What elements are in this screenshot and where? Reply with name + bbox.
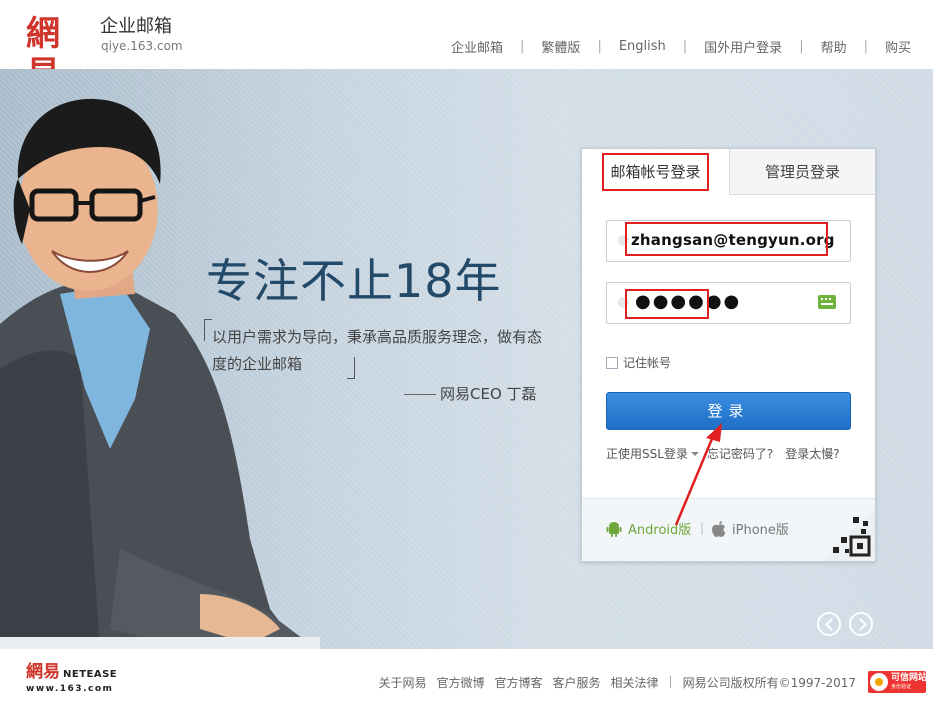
- login-button[interactable]: 登录: [606, 392, 851, 430]
- nav-overseas-login[interactable]: 国外用户登录: [704, 37, 782, 56]
- chevron-down-icon[interactable]: [690, 451, 699, 456]
- attribution-text: 网易CEO 丁磊: [440, 385, 537, 403]
- nav-traditional[interactable]: 繁體版: [541, 37, 580, 56]
- quote-attribution: 网易CEO 丁磊: [404, 383, 537, 404]
- tab-admin-login[interactable]: 管理员登录: [729, 149, 875, 195]
- forgot-password-link[interactable]: 忘记密码了?: [707, 445, 773, 462]
- android-icon: [606, 521, 622, 537]
- remember-checkbox[interactable]: [606, 356, 618, 369]
- trust-badge-subtitle: 身份验证: [891, 684, 912, 690]
- nav-english[interactable]: English: [619, 39, 666, 54]
- footer: 網易 NETEASE www.163.com 关于网易 官方微博 官方博客 客户服…: [0, 649, 933, 703]
- remember-label: 记住帐号: [623, 356, 672, 370]
- footer-separator: |: [668, 674, 673, 688]
- logo-title: 企业邮箱: [100, 16, 172, 37]
- nav-help[interactable]: 帮助: [821, 37, 847, 56]
- footer-logo-chinese: 網易: [26, 662, 60, 682]
- trust-badge-title: 可信网站: [891, 673, 928, 683]
- iphone-app-link[interactable]: iPhone版: [712, 519, 789, 538]
- app-separator: |: [700, 521, 705, 535]
- nav-enterprise-mail[interactable]: 企业邮箱: [451, 37, 503, 56]
- slider-prev-button[interactable]: [817, 612, 841, 636]
- header: 網易 企业邮箱 qiye.163.com 企业邮箱 | 繁體版 | Englis…: [0, 0, 933, 94]
- ceo-quote: 以用户需求为导向，秉承高品质服务理念，做有态度的企业邮箱: [212, 328, 543, 373]
- slider-next-button[interactable]: [849, 612, 873, 636]
- iphone-label: iPhone版: [732, 523, 789, 538]
- nav-separator: |: [863, 39, 868, 54]
- annotation-box-username: [625, 222, 828, 256]
- top-nav: 企业邮箱 | 繁體版 | English | 国外用户登录 | 帮助 | 购买: [451, 37, 911, 56]
- footer-logo-mark: 網易 NETEASE: [26, 663, 117, 684]
- footer-logo-netease: NETEASE: [63, 669, 118, 680]
- apple-icon: [712, 520, 726, 537]
- footer-link-legal[interactable]: 相关法律: [611, 674, 659, 691]
- qr-code-icon[interactable]: [821, 507, 875, 561]
- trust-seal-icon: [870, 673, 888, 691]
- ssl-login-toggle[interactable]: 正使用SSL登录: [606, 445, 688, 462]
- slogan: 专注不止18年: [206, 254, 502, 308]
- nav-separator: |: [682, 39, 688, 54]
- android-app-link[interactable]: Android版: [606, 519, 691, 538]
- footer-link-service[interactable]: 客户服务: [553, 674, 601, 691]
- footer-copyright: 网易公司版权所有©1997-2017: [682, 676, 856, 690]
- quote-bracket-close: [347, 357, 355, 379]
- nav-buy[interactable]: 购买: [885, 37, 911, 56]
- footer-links: 关于网易 官方微博 官方博客 客户服务 相关法律 | 网易公司版权所有©1997…: [368, 674, 856, 691]
- login-links: 正使用SSL登录 忘记密码了? 登录太慢?: [606, 445, 840, 462]
- trusted-site-badge[interactable]: 可信网站 身份验证: [868, 671, 928, 693]
- keyboard-icon[interactable]: [818, 295, 836, 309]
- footer-link-blog[interactable]: 官方博客: [494, 674, 542, 691]
- login-slow-link[interactable]: 登录太慢?: [785, 445, 839, 462]
- footer-link-about[interactable]: 关于网易: [378, 674, 426, 691]
- quote-bracket-open: [204, 319, 212, 341]
- nav-separator: |: [799, 39, 804, 54]
- footer-logo-url: www.163.com: [26, 684, 114, 694]
- annotation-box-tab: [602, 153, 709, 191]
- hero-banner: 专注不止18年 以用户需求为导向，秉承高品质服务理念，做有态度的企业邮箱 网易C…: [0, 69, 933, 649]
- nav-separator: |: [597, 39, 602, 54]
- annotation-box-password: [625, 289, 709, 319]
- remember-account[interactable]: 记住帐号: [606, 354, 671, 371]
- footer-link-weibo[interactable]: 官方微博: [436, 674, 484, 691]
- login-panel: 邮箱帐号登录 管理员登录 ● zhangsan@tengyun.org ● ●●…: [581, 148, 876, 562]
- footer-logo[interactable]: 網易 NETEASE www.163.com: [26, 663, 117, 694]
- nav-separator: |: [520, 39, 525, 54]
- attribution-dash: [404, 394, 436, 395]
- mobile-apps: Android版 | iPhone版: [582, 498, 875, 561]
- logo-subtitle: qiye.163.com: [101, 39, 183, 53]
- android-label: Android版: [628, 523, 692, 538]
